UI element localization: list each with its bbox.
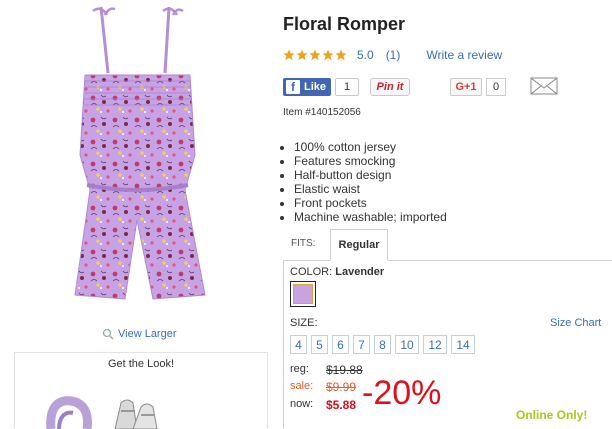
star-icon xyxy=(296,49,308,61)
get-the-look-panel: Get the Look! xyxy=(14,352,268,429)
email-icon[interactable] xyxy=(530,77,558,95)
feature-item: Features smocking xyxy=(294,154,447,168)
online-only-badge: Online Only! xyxy=(516,408,588,422)
swatch-fill xyxy=(293,284,313,304)
star-icon xyxy=(322,49,334,61)
star-icon xyxy=(283,49,295,61)
facebook-like-button[interactable]: f Like xyxy=(283,78,331,96)
view-larger-label: View Larger xyxy=(118,328,177,340)
regular-price: $19.88 xyxy=(326,363,363,377)
size-option[interactable]: 12 xyxy=(423,335,447,354)
scarf-thumbnail[interactable] xyxy=(45,391,95,429)
sale-price-label: sale: xyxy=(290,380,314,392)
size-option[interactable]: 10 xyxy=(395,335,419,354)
facebook-like-label: Like xyxy=(304,81,327,93)
item-number: Item #140152056 xyxy=(283,107,361,118)
view-larger-link[interactable]: View Larger xyxy=(102,328,177,340)
fits-label: FITS: xyxy=(291,238,316,249)
facebook-like-count: 1 xyxy=(335,78,359,96)
now-price: $5.88 xyxy=(326,398,357,412)
color-label-row: COLOR: Lavender xyxy=(290,266,384,278)
size-option[interactable]: 5 xyxy=(311,335,328,354)
feature-item: Front pockets xyxy=(294,196,447,210)
get-the-look-title: Get the Look! xyxy=(107,358,175,370)
product-title: Floral Romper xyxy=(283,14,406,34)
rating-row: 5.0 (1) Write a review xyxy=(283,48,502,62)
tab-regular[interactable]: Regular xyxy=(330,229,388,261)
feature-item: Machine washable; imported xyxy=(294,210,447,224)
rating-stars[interactable] xyxy=(283,49,348,61)
feature-item: 100% cotton jersey xyxy=(294,140,447,154)
sandals-thumbnail[interactable] xyxy=(107,393,167,429)
google-plus-button[interactable]: G+1 xyxy=(450,78,482,96)
size-chart-link[interactable]: Size Chart xyxy=(550,317,601,329)
size-option[interactable]: 6 xyxy=(332,335,349,354)
regular-price-label: reg: xyxy=(290,363,309,375)
write-review-link[interactable]: Write a review xyxy=(426,48,502,62)
pinterest-pin-button[interactable]: Pin it xyxy=(370,78,410,96)
sale-price: $9.99 xyxy=(326,380,357,394)
product-image[interactable] xyxy=(45,5,255,320)
color-value: Lavender xyxy=(335,266,385,278)
facebook-icon: f xyxy=(286,80,300,94)
now-price-label: now: xyxy=(290,398,314,410)
color-label: COLOR: xyxy=(290,266,333,278)
star-icon xyxy=(335,49,347,61)
feature-list: 100% cotton jersey Features smocking Hal… xyxy=(283,140,447,224)
rating-count-link[interactable]: (1) xyxy=(386,48,401,62)
discount-badge: -20% xyxy=(362,374,442,412)
feature-item: Half-button design xyxy=(294,168,447,182)
size-option[interactable]: 7 xyxy=(353,335,370,354)
magnifier-icon xyxy=(102,328,114,340)
star-icon xyxy=(309,49,321,61)
size-options: 4 5 6 7 8 10 12 14 xyxy=(290,335,475,354)
size-option[interactable]: 8 xyxy=(374,335,391,354)
size-option[interactable]: 14 xyxy=(451,335,475,354)
google-plus-count: 0 xyxy=(486,78,506,96)
color-swatch-lavender[interactable] xyxy=(290,281,316,307)
size-label: SIZE: xyxy=(290,317,318,329)
size-option[interactable]: 4 xyxy=(290,335,307,354)
rating-value: 5.0 xyxy=(357,48,374,62)
feature-item: Elastic waist xyxy=(294,182,447,196)
